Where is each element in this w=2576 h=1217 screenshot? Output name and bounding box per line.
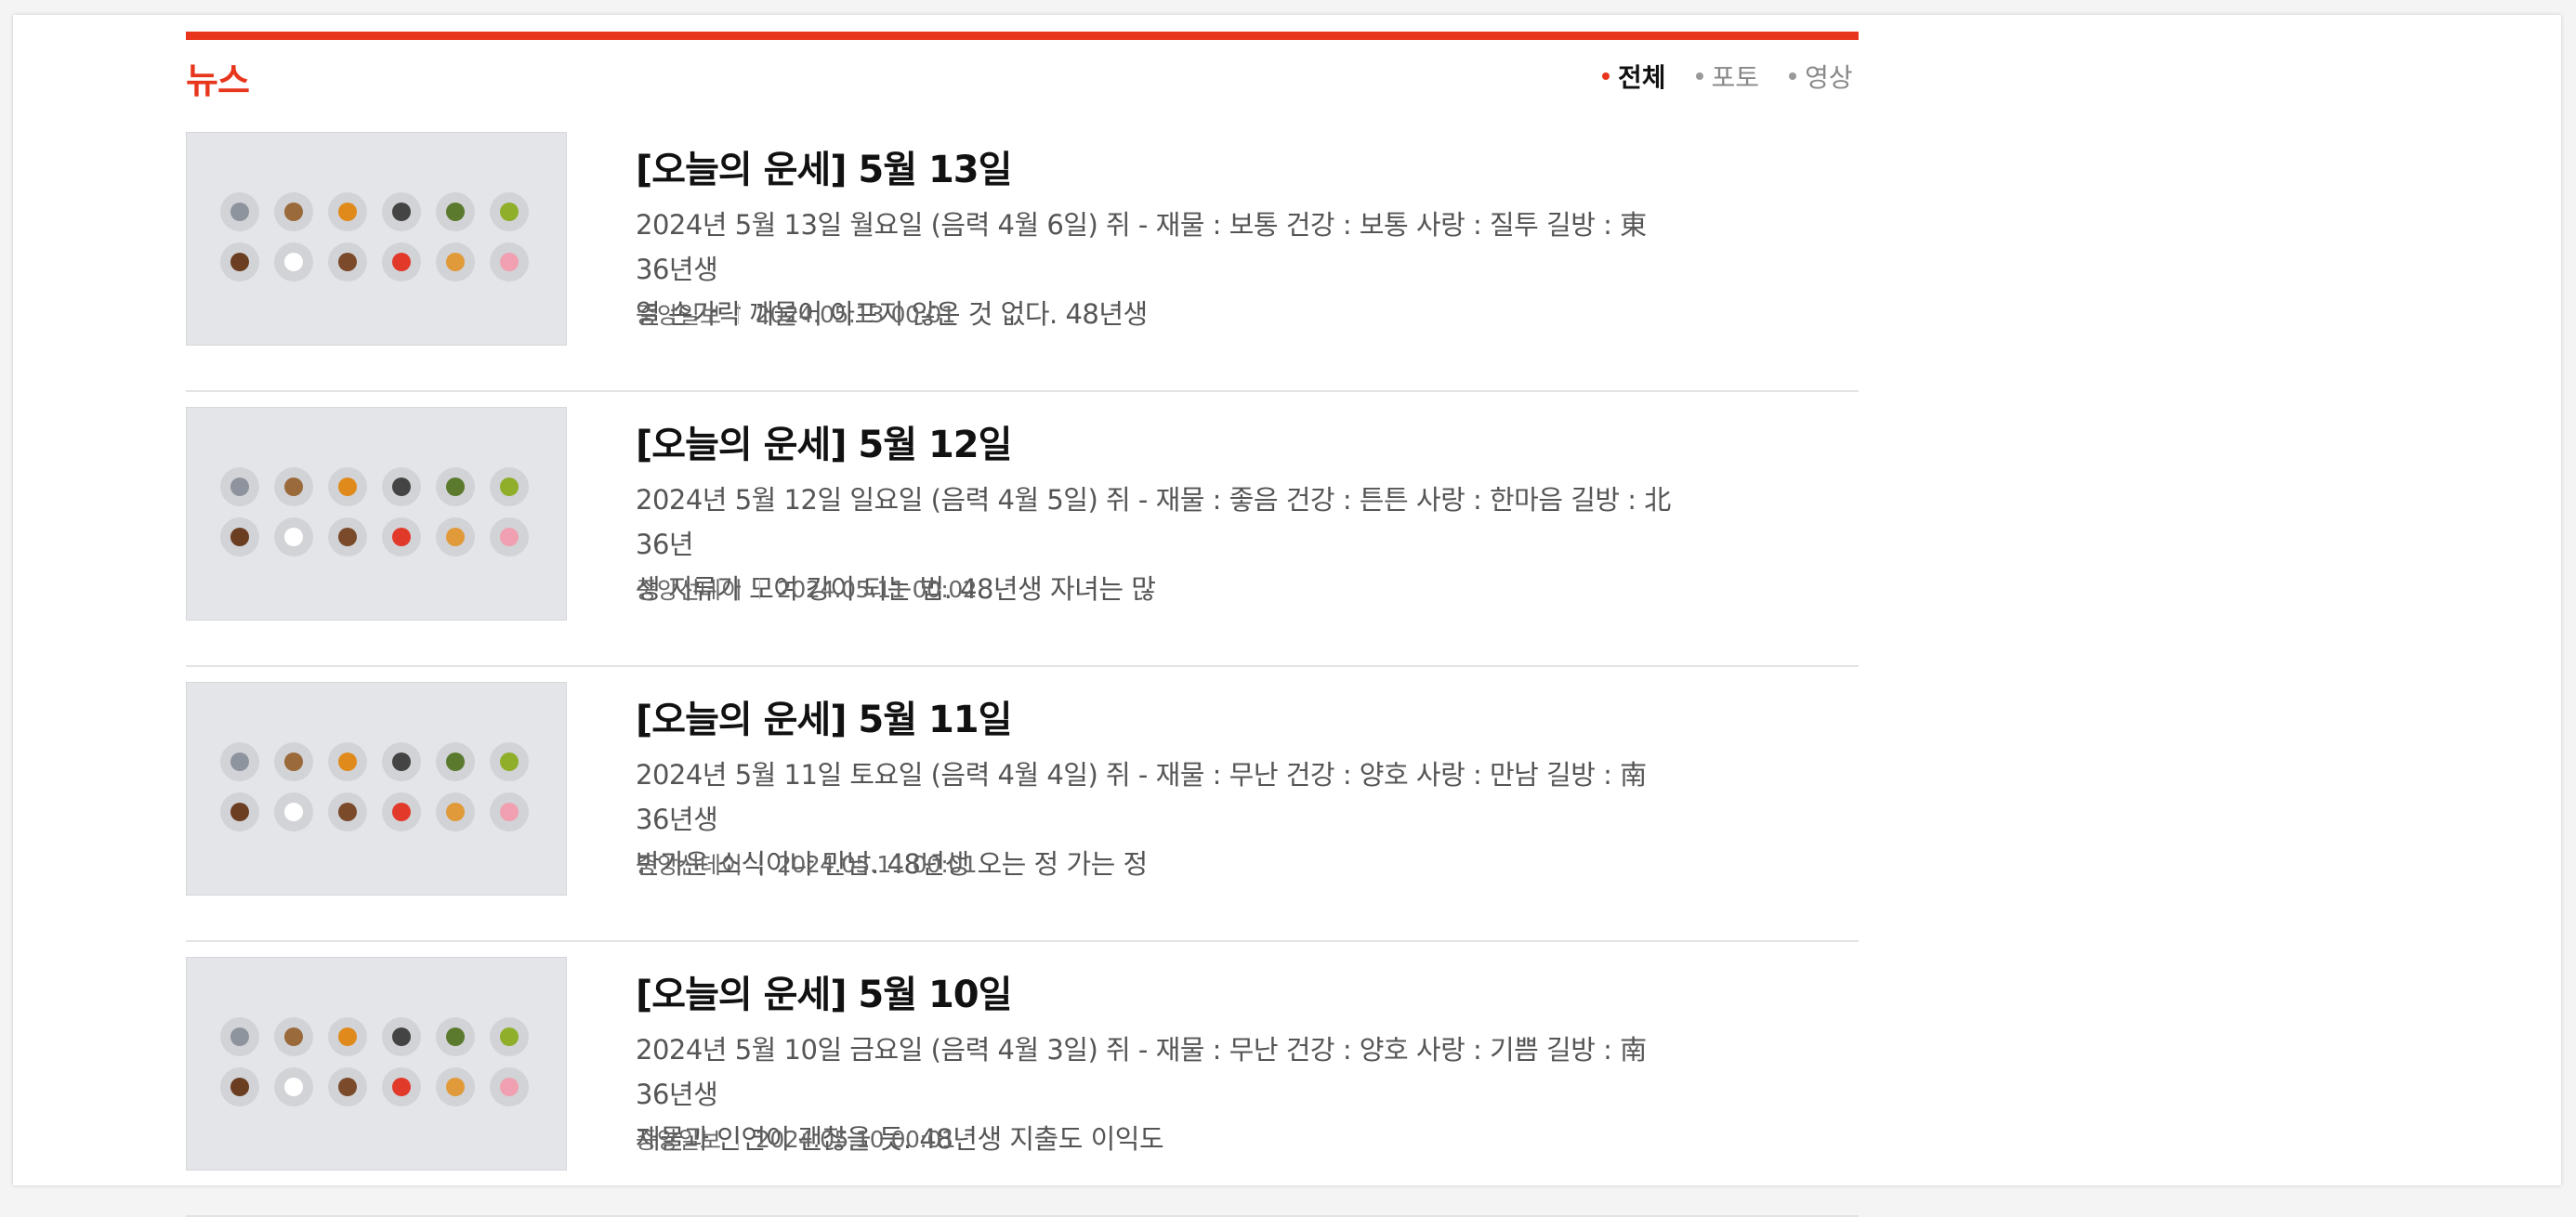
tab-all[interactable]: 전체 bbox=[1602, 58, 1666, 95]
article-thumbnail[interactable] bbox=[186, 957, 567, 1171]
article-meta: 중앙선데이 2024.05.11 00:01 bbox=[636, 847, 978, 881]
tiger-icon bbox=[328, 467, 367, 506]
article-title[interactable]: [오늘의 운세] 5월 12일 bbox=[636, 414, 1012, 468]
horse-icon bbox=[220, 792, 259, 831]
snake-icon bbox=[490, 192, 529, 231]
tab-label: 영상 bbox=[1805, 62, 1853, 93]
ox-icon bbox=[274, 192, 313, 231]
rat-icon bbox=[220, 1017, 259, 1056]
rat-icon bbox=[220, 467, 259, 506]
section-title[interactable]: 뉴스 bbox=[186, 52, 250, 103]
article-source: 중앙선데이 bbox=[636, 852, 743, 879]
bullet-icon bbox=[1789, 72, 1797, 80]
tab-label: 전체 bbox=[1618, 62, 1666, 93]
rooster-icon bbox=[382, 1067, 421, 1106]
article-thumbnail[interactable] bbox=[186, 407, 567, 621]
tiger-icon bbox=[328, 1017, 367, 1056]
dog-icon bbox=[436, 1067, 475, 1106]
sheep-icon bbox=[274, 792, 313, 831]
article-source: 중앙일보 bbox=[636, 302, 722, 329]
horse-icon bbox=[220, 1067, 259, 1106]
sheep-icon bbox=[274, 242, 313, 281]
article-date: 2024.05.13 00:01 bbox=[756, 300, 956, 328]
pig-icon bbox=[490, 1067, 529, 1106]
snake-icon bbox=[490, 1017, 529, 1056]
article-meta: 중앙일보 2024.05.13 00:01 bbox=[636, 297, 956, 331]
meta-divider bbox=[759, 579, 761, 599]
article-item: [오늘의 운세] 5월 12일 2024년 5월 12일 일요일 (음력 4월 … bbox=[186, 392, 1859, 667]
summary-line: 2024년 5월 11일 토요일 (음력 4월 4일) 쥐 - 재물 : 무난 … bbox=[636, 759, 1647, 835]
tiger-icon bbox=[328, 742, 367, 781]
article-date: 2024.05.10 00:01 bbox=[756, 1125, 956, 1153]
meta-divider bbox=[738, 304, 740, 324]
horse-icon bbox=[220, 242, 259, 281]
dragon-icon bbox=[436, 742, 475, 781]
zodiac-grid bbox=[220, 1017, 536, 1106]
monkey-icon bbox=[328, 517, 367, 556]
tab-video[interactable]: 영상 bbox=[1789, 58, 1853, 95]
bullet-icon bbox=[1695, 72, 1703, 80]
ox-icon bbox=[274, 1017, 313, 1056]
snake-icon bbox=[490, 742, 529, 781]
article-source: 중앙일보 bbox=[636, 1127, 722, 1154]
article-source: 중앙선데이 bbox=[636, 577, 743, 604]
rabbit-icon bbox=[382, 467, 421, 506]
article-date: 2024.05.11 00:02 bbox=[777, 575, 978, 603]
article-meta: 중앙선데이 2024.05.11 00:02 bbox=[636, 572, 978, 606]
sheep-icon bbox=[274, 517, 313, 556]
rooster-icon bbox=[382, 792, 421, 831]
pig-icon bbox=[490, 517, 529, 556]
article-title[interactable]: [오늘의 운세] 5월 11일 bbox=[636, 689, 1012, 743]
article-meta: 중앙일보 2024.05.10 00:01 bbox=[636, 1122, 956, 1156]
zodiac-grid bbox=[220, 467, 536, 556]
dog-icon bbox=[436, 242, 475, 281]
dog-icon bbox=[436, 792, 475, 831]
rabbit-icon bbox=[382, 192, 421, 231]
bullet-icon bbox=[1602, 72, 1610, 80]
monkey-icon bbox=[328, 1067, 367, 1106]
article-title[interactable]: [오늘의 운세] 5월 10일 bbox=[636, 964, 1012, 1018]
meta-divider bbox=[759, 854, 761, 874]
ox-icon bbox=[274, 467, 313, 506]
dragon-icon bbox=[436, 1017, 475, 1056]
pig-icon bbox=[490, 792, 529, 831]
rabbit-icon bbox=[382, 742, 421, 781]
article-date: 2024.05.11 00:01 bbox=[777, 850, 978, 878]
summary-line: 2024년 5월 10일 금요일 (음력 4월 3일) 쥐 - 재물 : 무난 … bbox=[636, 1034, 1647, 1110]
sheep-icon bbox=[274, 1067, 313, 1106]
rabbit-icon bbox=[382, 1017, 421, 1056]
monkey-icon bbox=[328, 792, 367, 831]
ox-icon bbox=[274, 742, 313, 781]
rat-icon bbox=[220, 742, 259, 781]
dragon-icon bbox=[436, 192, 475, 231]
dog-icon bbox=[436, 517, 475, 556]
horse-icon bbox=[220, 517, 259, 556]
article-thumbnail[interactable] bbox=[186, 682, 567, 896]
filter-tabs: 전체 포토 영상 bbox=[1602, 58, 1853, 95]
snake-icon bbox=[490, 467, 529, 506]
article-item: [오늘의 운세] 5월 13일 2024년 5월 13일 월요일 (음력 4월 … bbox=[186, 117, 1859, 392]
rooster-icon bbox=[382, 517, 421, 556]
article-thumbnail[interactable] bbox=[186, 132, 567, 346]
news-card: 뉴스 전체 포토 영상 [오늘의 운세] 5월 13일 2024년 5월 13일… bbox=[13, 15, 2561, 1217]
rat-icon bbox=[220, 192, 259, 231]
monkey-icon bbox=[328, 242, 367, 281]
article-item: [오늘의 운세] 5월 10일 2024년 5월 10일 금요일 (음력 4월 … bbox=[186, 942, 1859, 1217]
zodiac-grid bbox=[220, 742, 536, 831]
meta-divider bbox=[738, 1129, 740, 1149]
summary-line: 2024년 5월 12일 일요일 (음력 4월 5일) 쥐 - 재물 : 좋음 … bbox=[636, 484, 1671, 560]
tab-photo[interactable]: 포토 bbox=[1695, 58, 1760, 95]
tab-label: 포토 bbox=[1711, 62, 1760, 93]
rooster-icon bbox=[382, 242, 421, 281]
pig-icon bbox=[490, 242, 529, 281]
article-item: [오늘의 운세] 5월 11일 2024년 5월 11일 토요일 (음력 4월 … bbox=[186, 667, 1859, 942]
dragon-icon bbox=[436, 467, 475, 506]
zodiac-grid bbox=[220, 192, 536, 281]
summary-line: 2024년 5월 13일 월요일 (음력 4월 6일) 쥐 - 재물 : 보통 … bbox=[636, 209, 1647, 285]
accent-bar bbox=[186, 32, 1859, 40]
tiger-icon bbox=[328, 192, 367, 231]
article-list: [오늘의 운세] 5월 13일 2024년 5월 13일 월요일 (음력 4월 … bbox=[186, 117, 1859, 1217]
article-title[interactable]: [오늘의 운세] 5월 13일 bbox=[636, 139, 1012, 193]
